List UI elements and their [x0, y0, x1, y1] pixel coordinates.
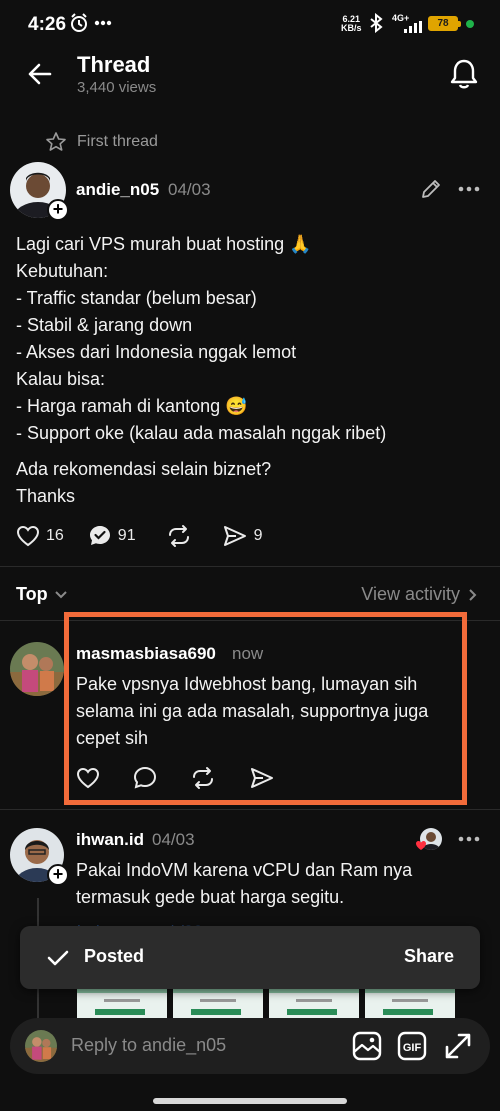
view-count: 3,440 views: [77, 79, 157, 96]
alarm-icon: [71, 13, 87, 32]
heart-badge-icon: [416, 841, 426, 850]
divider: [0, 809, 500, 810]
status-bar: 4:26 6.21 KB/s 4G+ 78: [0, 0, 500, 48]
post-author[interactable]: andie_n05: [76, 180, 159, 200]
expand-icon[interactable]: [442, 1030, 474, 1062]
divider: [0, 566, 500, 567]
avatar-photo: [25, 1030, 57, 1062]
reply-input[interactable]: Reply to andie_n05: [71, 1035, 226, 1056]
avatar[interactable]: [10, 642, 64, 696]
repost-button[interactable]: [166, 524, 192, 548]
chevron-down-icon: [54, 590, 67, 598]
toast-share-button[interactable]: Share: [404, 946, 454, 967]
svg-text:GIF: GIF: [403, 1042, 422, 1054]
check-icon: [47, 950, 69, 966]
repost-icon: [168, 525, 189, 547]
more-notifications-icon: [94, 20, 112, 26]
send-icon: [223, 526, 246, 546]
like-button[interactable]: 16: [16, 525, 64, 547]
edit-pencil-icon[interactable]: [420, 178, 442, 200]
replies-button[interactable]: 91: [88, 524, 136, 548]
bluetooth-icon: [370, 13, 383, 33]
bell-icon[interactable]: [448, 57, 480, 91]
avatar: [25, 1030, 57, 1062]
reply-text: Pakai IndoVM karena vCPU dan Ram nya ter…: [76, 860, 413, 907]
post-actions: 16 91 9: [16, 524, 263, 548]
post-text-2: Ada rekomendasi selain biznet? Thanks: [16, 459, 272, 506]
battery-indicator: 78: [428, 16, 461, 31]
follow-plus-button[interactable]: +: [47, 199, 69, 221]
status-time: 4:26: [28, 14, 67, 35]
reply-author[interactable]: ihwan.id: [76, 830, 144, 850]
image-icon[interactable]: [351, 1030, 383, 1062]
page-title: Thread: [77, 52, 151, 77]
home-indicator[interactable]: [153, 1098, 347, 1104]
more-options-icon[interactable]: [458, 186, 480, 192]
toast-label: Posted: [84, 946, 145, 966]
star-icon: [46, 132, 66, 151]
reply-composer[interactable]: Reply to andie_n05 GIF: [10, 1018, 490, 1074]
more-options-icon[interactable]: [458, 836, 480, 842]
first-thread-label: First thread: [45, 130, 158, 154]
privacy-dot: [466, 20, 474, 28]
avatar-photo: [10, 642, 64, 696]
network-speed: 6.21 KB/s: [341, 14, 362, 33]
view-activity-link[interactable]: View activity: [361, 584, 478, 605]
follow-plus-button[interactable]: +: [47, 864, 69, 886]
share-button[interactable]: 9: [222, 524, 263, 548]
heart-icon: [16, 525, 40, 547]
post-date: 04/03: [168, 180, 211, 199]
posted-toast: Posted Share: [20, 926, 480, 989]
post-text-1: Lagi cari VPS murah buat hosting 🙏 Kebut…: [16, 234, 387, 443]
gif-icon[interactable]: GIF: [396, 1030, 428, 1062]
signal-icon: [404, 21, 422, 33]
post-body: Lagi cari VPS murah buat hosting 🙏 Kebut…: [16, 231, 486, 510]
highlight-box: [64, 612, 467, 805]
sort-dropdown[interactable]: Top: [16, 584, 68, 605]
back-arrow-icon[interactable]: [24, 58, 56, 90]
chevron-right-icon: [469, 588, 477, 601]
reply-bubble-icon: [89, 526, 110, 545]
reply-time: 04/03: [152, 830, 195, 849]
